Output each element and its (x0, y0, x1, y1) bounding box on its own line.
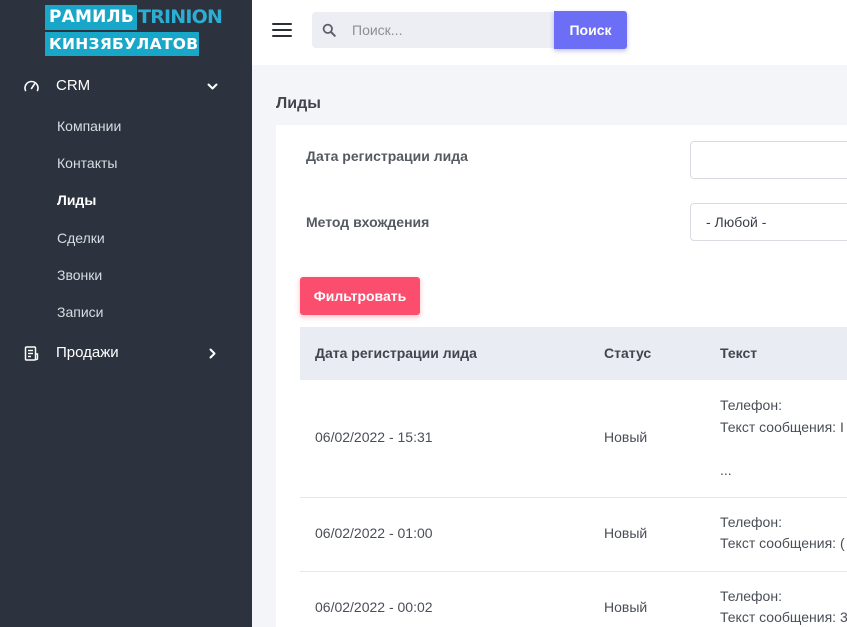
table-row[interactable]: 06/02/2022 - 00:02 Новый Телефон: Текст … (300, 572, 847, 627)
cell-status: Новый (604, 525, 648, 541)
speedometer-icon (24, 80, 39, 92)
cell-text-phone: Телефон: (720, 397, 782, 413)
page-title: Лиды (276, 95, 321, 112)
table-row[interactable]: 06/02/2022 - 01:00 Новый Телефон: Текст … (300, 498, 847, 572)
top-bar: Поиск (252, 0, 847, 65)
date-filter-label: Дата регистрации лида (306, 148, 468, 164)
cell-text-message: Текст сообщения: ( (720, 535, 845, 551)
sidebar-item-deals[interactable]: Сделки (57, 228, 105, 248)
search-box (312, 12, 555, 48)
cell-status: Новый (604, 429, 648, 445)
search-input[interactable] (352, 12, 552, 48)
sidebar-item-leads[interactable]: Лиды (57, 190, 96, 210)
sidebar-item-contacts[interactable]: Контакты (57, 153, 117, 173)
logo-text-surname: КИНЗЯБУЛАТОВ (45, 32, 199, 56)
method-filter-label: Метод вхождения (306, 214, 430, 230)
column-header-date[interactable]: Дата регистрации лида (315, 327, 477, 380)
filter-button[interactable]: Фильтровать (300, 277, 420, 315)
cell-text-phone: Телефон: (720, 514, 782, 530)
sidebar-group-crm[interactable]: CRM (0, 68, 252, 104)
cell-date: 06/02/2022 - 00:02 (315, 599, 433, 615)
cell-status: Новый (604, 599, 648, 615)
cell-text-more: ... (720, 462, 732, 478)
receipt-icon (24, 346, 39, 361)
chevron-right-icon (209, 348, 216, 359)
sidebar-item-companies[interactable]: Компании (57, 116, 121, 136)
logo[interactable]: РАМИЛЬ TRINION КИНЗЯБУЛАТОВ (45, 5, 223, 56)
menu-icon[interactable] (272, 23, 292, 39)
chevron-down-icon (207, 83, 218, 90)
logo-text-name: РАМИЛЬ (45, 5, 138, 30)
cell-date: 06/02/2022 - 15:31 (315, 429, 433, 445)
sidebar-item-calls[interactable]: Звонки (57, 265, 102, 285)
cell-text-phone: Телефон: (720, 588, 782, 604)
sidebar: РАМИЛЬ TRINION КИНЗЯБУЛАТОВ CRM Компании… (0, 0, 252, 627)
sidebar-item-records[interactable]: Записи (57, 302, 103, 322)
column-header-text[interactable]: Текст (720, 327, 757, 380)
date-filter-input[interactable] (690, 141, 847, 179)
logo-text-brand: TRINION (138, 6, 223, 28)
search-icon (322, 23, 336, 37)
method-filter-select[interactable]: - Любой - (690, 203, 847, 241)
leads-card: Дата регистрации лида Метод вхождения - … (276, 125, 847, 627)
table-row[interactable]: 06/02/2022 - 15:31 Новый Телефон: Текст … (300, 380, 847, 498)
sidebar-group-sales[interactable]: Продажи (0, 335, 252, 371)
cell-text-message: Текст сообщения: I (720, 419, 844, 435)
cell-text-message: Текст сообщения: 3 (720, 609, 847, 625)
column-header-status[interactable]: Статус (604, 327, 651, 380)
search-button[interactable]: Поиск (554, 11, 627, 49)
sidebar-group-label: Продажи (56, 344, 119, 361)
cell-date: 06/02/2022 - 01:00 (315, 525, 433, 541)
sidebar-group-label: CRM (56, 77, 91, 94)
table-header: Дата регистрации лида Статус Текст (300, 327, 847, 380)
